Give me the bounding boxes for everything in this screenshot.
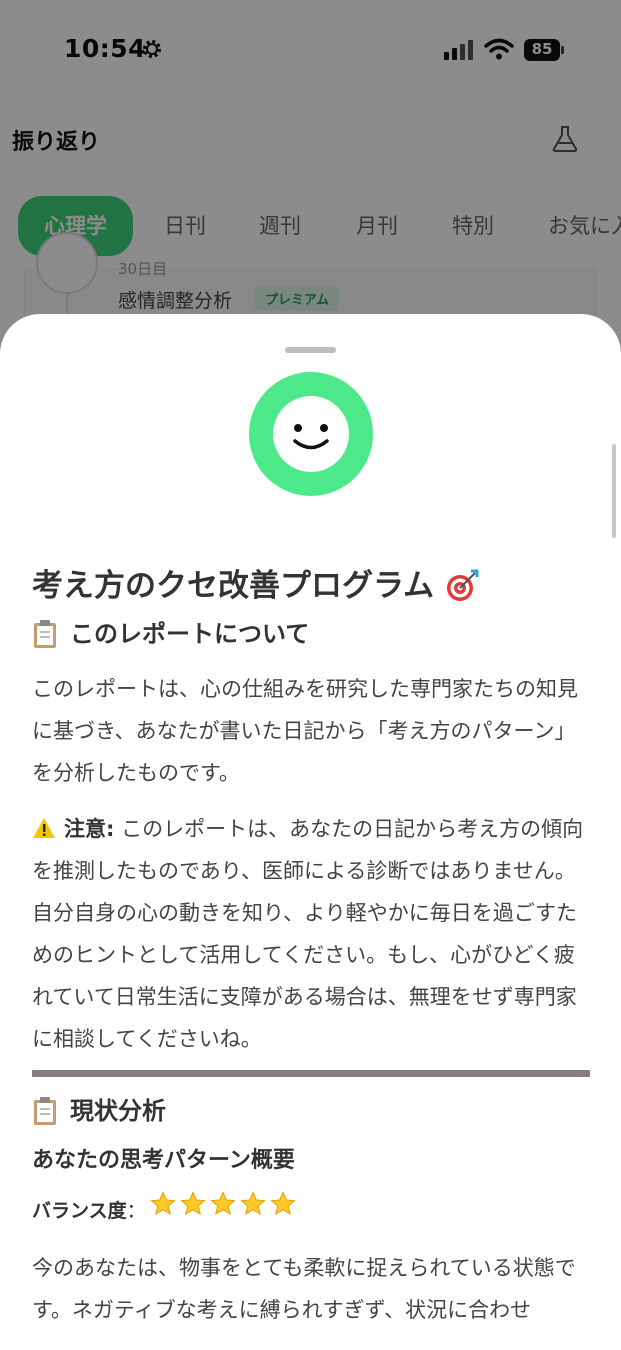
warning-text: このレポートは、あなたの日記から考え方の傾向を推測したものであり、医師による診断…	[32, 817, 584, 1051]
warning-note: 注意: このレポートは、あなたの日記から考え方の傾向を推測したものであり、医師に…	[32, 808, 592, 1060]
report-content: 考え方のクセ改善プログラム このレポートについて このレポートは、心の仕組みを研…	[32, 562, 592, 1331]
sheet-drag-handle[interactable]	[285, 347, 336, 353]
analysis-heading-text: 現状分析	[70, 1097, 166, 1125]
about-text: このレポートは、心の仕組みを研究した専門家たちの知見に基づき、あなたが書いた日記…	[32, 677, 578, 785]
about-heading-text: このレポートについて	[70, 620, 310, 648]
analysis-heading: 現状分析	[32, 1091, 592, 1131]
overview-text: 今のあなたは、物事をとても柔軟に捉えられている状態です。ネガティブな考えに縛られ…	[32, 1256, 576, 1322]
overview-heading: あなたの思考パターン概要	[32, 1148, 295, 1173]
star-icon	[209, 1191, 236, 1216]
report-sheet: 考え方のクセ改善プログラム このレポートについて このレポートは、心の仕組みを研…	[0, 314, 621, 1350]
warning-icon	[33, 818, 55, 838]
star-icon	[179, 1191, 206, 1216]
report-title: 考え方のクセ改善プログラム	[32, 562, 592, 610]
warning-label: 注意:	[64, 817, 115, 841]
balance-separator: ：	[126, 1200, 146, 1222]
about-heading: このレポートについて	[32, 614, 592, 654]
balance-rating: バランス度 ：	[32, 1189, 592, 1233]
section-divider	[32, 1070, 590, 1077]
clipboard-icon	[34, 620, 56, 648]
star-icon	[239, 1191, 266, 1216]
mascot-smile-icon	[249, 372, 373, 496]
star-icon	[269, 1191, 296, 1216]
scrollbar[interactable]	[612, 444, 616, 538]
balance-label: バランス度	[32, 1200, 127, 1222]
clipboard-icon	[34, 1097, 56, 1125]
dart-target-icon	[447, 569, 479, 601]
report-title-text: 考え方のクセ改善プログラム	[32, 568, 435, 604]
star-icon	[149, 1191, 176, 1216]
star-rating	[149, 1189, 300, 1233]
